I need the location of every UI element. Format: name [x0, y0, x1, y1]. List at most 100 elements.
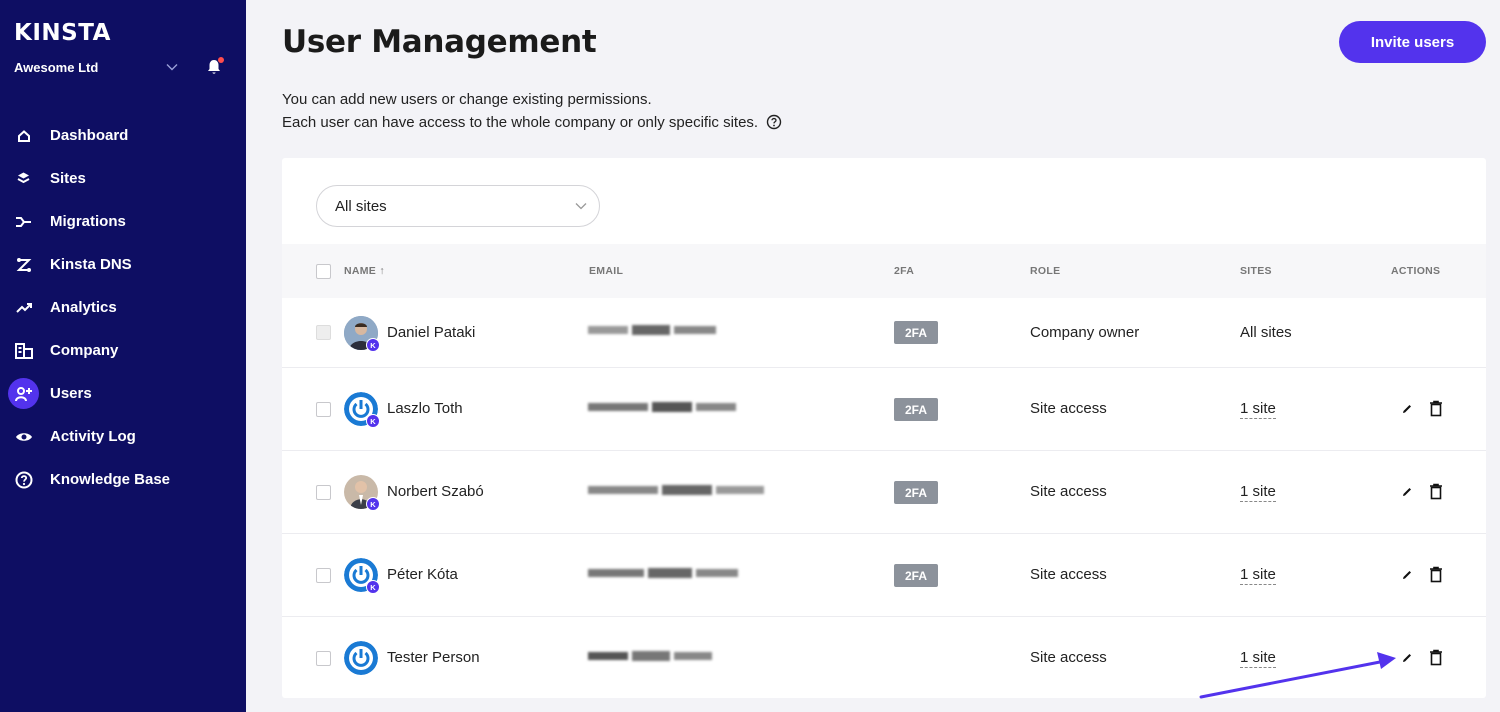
table-header: NAME ↑ EMAIL 2FA ROLE SITES ACTIONS	[282, 244, 1486, 298]
email-redacted	[588, 402, 736, 412]
table-row: K Laszlo Toth 2FA Site access 1 site	[282, 368, 1486, 451]
page-description: You can add new users or change existing…	[282, 88, 782, 134]
company-name: Awesome Ltd	[14, 60, 99, 75]
logo-text: KINSTA	[14, 20, 111, 46]
delete-icon[interactable]	[1428, 400, 1444, 417]
sidebar-item-analytics[interactable]: Analytics	[0, 286, 246, 329]
sidebar-item-label: Kinsta DNS	[50, 256, 132, 273]
user-role: Site access	[1030, 400, 1107, 417]
user-role: Site access	[1030, 483, 1107, 500]
sidebar-item-label: Analytics	[50, 299, 117, 316]
row-checkbox	[316, 325, 331, 340]
column-header-email: EMAIL	[589, 265, 624, 277]
site-filter-select[interactable]: All sites	[316, 185, 600, 227]
dns-icon	[8, 249, 39, 280]
kinsta-badge-icon: K	[366, 414, 380, 428]
sidebar-item-knowledge-base[interactable]: Knowledge Base	[0, 458, 246, 501]
user-name: Daniel Pataki	[387, 324, 476, 341]
help-icon	[8, 464, 39, 495]
user-name: Laszlo Toth	[387, 400, 463, 417]
table-row: K Daniel Pataki 2FA Company owner All si…	[282, 298, 1486, 368]
column-header-actions: ACTIONS	[1391, 265, 1441, 277]
kinsta-badge-icon: K	[366, 497, 380, 511]
table-row: K Norbert Szabó 2FA Site access 1 site	[282, 451, 1486, 534]
layers-icon	[8, 163, 39, 194]
table-row: Tester Person Site access 1 site	[282, 617, 1486, 698]
column-header-sites: SITES	[1240, 265, 1272, 277]
sidebar-nav: Dashboard Sites Migrations Kinsta DNS An…	[0, 114, 246, 501]
sidebar-item-label: Activity Log	[50, 428, 136, 445]
user-role: Site access	[1030, 566, 1107, 583]
sidebar-item-label: Users	[50, 385, 92, 402]
company-switcher[interactable]: Awesome Ltd	[14, 57, 232, 78]
sidebar-item-activity-log[interactable]: Activity Log	[0, 415, 246, 458]
sidebar-item-label: Sites	[50, 170, 86, 187]
sidebar-item-dashboard[interactable]: Dashboard	[0, 114, 246, 157]
column-header-role: ROLE	[1030, 265, 1061, 277]
user-sites-link[interactable]: 1 site	[1240, 649, 1276, 668]
home-icon	[8, 120, 39, 151]
table-row: K Péter Kóta 2FA Site access 1 site	[282, 534, 1486, 617]
delete-icon[interactable]	[1428, 566, 1444, 583]
user-role: Company owner	[1030, 324, 1140, 341]
kinsta-badge-icon: K	[366, 338, 380, 352]
2fa-badge: 2FA	[894, 321, 938, 344]
sidebar: KINSTA Awesome Ltd Dashboard Sites Migra…	[0, 0, 246, 712]
sidebar-item-label: Company	[50, 342, 119, 359]
2fa-badge: 2FA	[894, 398, 938, 421]
email-redacted	[588, 651, 712, 661]
page-title: User Management	[282, 24, 597, 60]
kinsta-badge-icon: K	[366, 580, 380, 594]
description-line-2: Each user can have access to the whole c…	[282, 111, 782, 134]
invite-users-button[interactable]: Invite users	[1339, 21, 1486, 63]
migrations-icon	[8, 206, 39, 237]
sidebar-item-company[interactable]: Company	[0, 329, 246, 372]
user-sites-link[interactable]: 1 site	[1240, 483, 1276, 502]
email-redacted	[588, 325, 716, 335]
bell-icon[interactable]	[206, 57, 224, 76]
company-icon	[8, 335, 39, 366]
sidebar-item-label: Dashboard	[50, 127, 129, 144]
edit-icon[interactable]	[1401, 486, 1413, 498]
user-role: Site access	[1030, 649, 1107, 666]
sidebar-item-migrations[interactable]: Migrations	[0, 200, 246, 243]
column-header-name[interactable]: NAME ↑	[344, 265, 385, 277]
select-all-checkbox[interactable]	[316, 264, 331, 279]
kinsta-logo[interactable]: KINSTA	[14, 20, 111, 46]
chevron-down-icon[interactable]	[165, 60, 179, 74]
edit-icon[interactable]	[1401, 569, 1413, 581]
description-line-1: You can add new users or change existing…	[282, 91, 652, 108]
column-header-2fa: 2FA	[894, 265, 915, 277]
users-card: All sites NAME ↑ EMAIL 2FA ROLE SITES AC…	[282, 158, 1486, 698]
row-checkbox[interactable]	[316, 651, 331, 666]
eye-icon	[8, 421, 39, 452]
chevron-down-icon	[575, 203, 587, 210]
analytics-icon	[8, 292, 39, 323]
sidebar-item-label: Migrations	[50, 213, 126, 230]
delete-icon[interactable]	[1428, 483, 1444, 500]
notification-dot	[218, 57, 224, 63]
user-sites-link[interactable]: 1 site	[1240, 400, 1276, 419]
site-filter-value: All sites	[335, 198, 387, 215]
edit-icon[interactable]	[1401, 652, 1413, 664]
sidebar-item-sites[interactable]: Sites	[0, 157, 246, 200]
question-circle-icon[interactable]	[766, 114, 782, 130]
row-checkbox[interactable]	[316, 485, 331, 500]
user-name: Norbert Szabó	[387, 483, 484, 500]
description-line-2-text: Each user can have access to the whole c…	[282, 114, 759, 131]
email-redacted	[588, 485, 764, 495]
2fa-badge: 2FA	[894, 481, 938, 504]
user-name: Tester Person	[387, 649, 480, 666]
edit-icon[interactable]	[1401, 403, 1413, 415]
delete-icon[interactable]	[1428, 649, 1444, 666]
email-redacted	[588, 568, 738, 578]
row-checkbox[interactable]	[316, 402, 331, 417]
row-checkbox[interactable]	[316, 568, 331, 583]
user-sites-link[interactable]: 1 site	[1240, 566, 1276, 585]
sidebar-item-label: Knowledge Base	[50, 471, 171, 488]
sidebar-item-dns[interactable]: Kinsta DNS	[0, 243, 246, 286]
sidebar-item-users[interactable]: Users	[0, 372, 246, 415]
user-add-icon	[8, 378, 39, 409]
user-sites: All sites	[1240, 324, 1292, 341]
2fa-badge: 2FA	[894, 564, 938, 587]
